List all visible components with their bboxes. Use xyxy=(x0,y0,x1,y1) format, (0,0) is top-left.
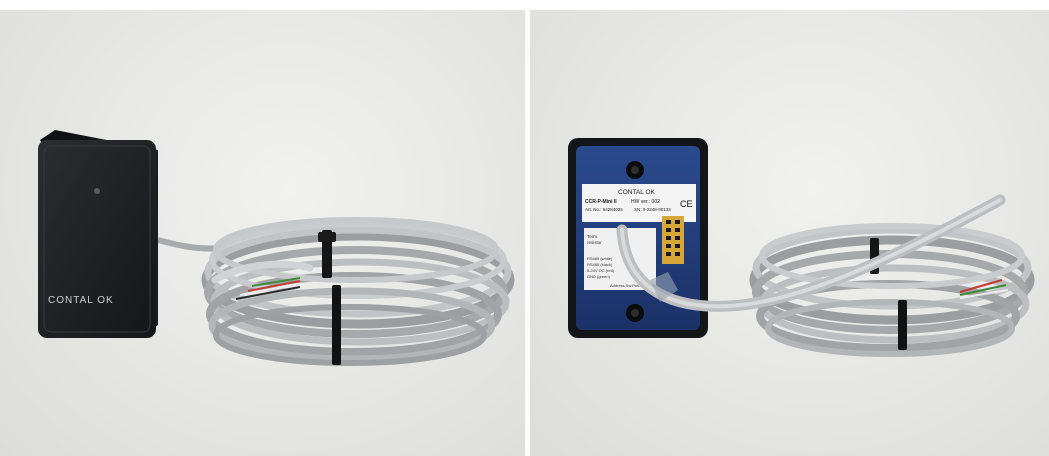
reader-body xyxy=(38,140,156,338)
label-hw-ver: HW ver.: 002 xyxy=(631,199,660,205)
photo-front-view: CONTAL OK xyxy=(0,10,525,456)
term-label: Term. xyxy=(587,234,598,239)
led-indicator xyxy=(94,188,100,194)
wire-label-4: GND (green) xyxy=(587,274,611,279)
brand-logo-front: CONTAL OK xyxy=(48,295,114,306)
dip-switch-block xyxy=(662,216,684,264)
photo-rear-view: CONTAL OK CCR-P-Mini II HW ver.: 002 Art… xyxy=(530,10,1049,456)
label-model: CCR-P-Mini II xyxy=(585,199,617,205)
cable-coil xyxy=(201,217,515,366)
resistor-label: resistor xyxy=(587,240,602,245)
rear-view-illustration: CONTAL OK CCR-P-Mini II HW ver.: 002 Art… xyxy=(568,138,1035,357)
label-sn: SN: 0-2248-00133 xyxy=(634,207,671,212)
front-view-illustration: CONTAL OK xyxy=(38,130,515,366)
label-brand: CONTAL OK xyxy=(618,189,656,196)
lead-cable xyxy=(157,237,221,252)
wire-label-1: RS485 (white) xyxy=(587,256,613,261)
wire-label-2: RS485 (black) xyxy=(587,262,613,267)
product-photo-composite: CONTAL OK CONTAL OK CCR-P-Mini II HW ver… xyxy=(0,0,1049,456)
ce-mark: CE xyxy=(680,199,693,209)
wire-label-3: 5-24V DC (red) xyxy=(587,268,615,273)
label-art-no: Art. No.: 64284025 xyxy=(585,207,623,212)
address-label: Address Sw.Pos. xyxy=(610,283,640,288)
